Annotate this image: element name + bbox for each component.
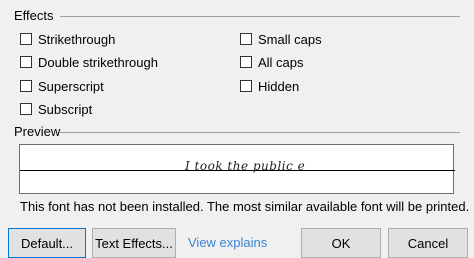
font-preview-box: I took the public e bbox=[19, 144, 455, 194]
checkbox-box[interactable] bbox=[20, 103, 32, 115]
checkbox-label: Small caps bbox=[258, 31, 322, 47]
checkbox-box[interactable] bbox=[240, 80, 252, 92]
strikethrough-checkbox[interactable]: Strikethrough bbox=[20, 30, 115, 48]
small-caps-checkbox[interactable]: Small caps bbox=[240, 30, 322, 48]
view-explains-link[interactable]: View explains bbox=[188, 235, 267, 250]
hidden-checkbox[interactable]: Hidden bbox=[240, 77, 299, 95]
checkbox-label: All caps bbox=[258, 54, 304, 70]
subscript-checkbox[interactable]: Subscript bbox=[20, 100, 92, 118]
preview-group-label: Preview bbox=[14, 124, 61, 139]
double-strikethrough-checkbox[interactable]: Double strikethrough bbox=[20, 53, 158, 71]
checkbox-box[interactable] bbox=[20, 56, 32, 68]
checkbox-box[interactable] bbox=[240, 33, 252, 45]
checkbox-label: Subscript bbox=[38, 101, 93, 117]
effects-group-label: Effects bbox=[14, 8, 54, 23]
preview-group-rule bbox=[60, 132, 460, 133]
effects-group-rule bbox=[60, 16, 460, 17]
checkbox-box[interactable] bbox=[240, 56, 252, 68]
all-caps-checkbox[interactable]: All caps bbox=[240, 53, 304, 71]
checkbox-label: Strikethrough bbox=[38, 31, 116, 47]
default-button[interactable]: Default... bbox=[8, 228, 86, 258]
checkbox-box[interactable] bbox=[20, 80, 32, 92]
cancel-button[interactable]: Cancel bbox=[388, 228, 468, 258]
font-not-installed-message: This font has not been installed. The mo… bbox=[20, 199, 470, 214]
checkbox-label: Superscript bbox=[38, 78, 104, 94]
superscript-checkbox[interactable]: Superscript bbox=[20, 77, 104, 95]
ok-button[interactable]: OK bbox=[301, 228, 381, 258]
text-effects-button[interactable]: Text Effects... bbox=[92, 228, 176, 258]
checkbox-label: Double strikethrough bbox=[38, 54, 158, 70]
checkbox-label: Hidden bbox=[258, 78, 300, 94]
preview-sample-text: I took the public e bbox=[185, 159, 306, 173]
checkbox-box[interactable] bbox=[20, 33, 32, 45]
